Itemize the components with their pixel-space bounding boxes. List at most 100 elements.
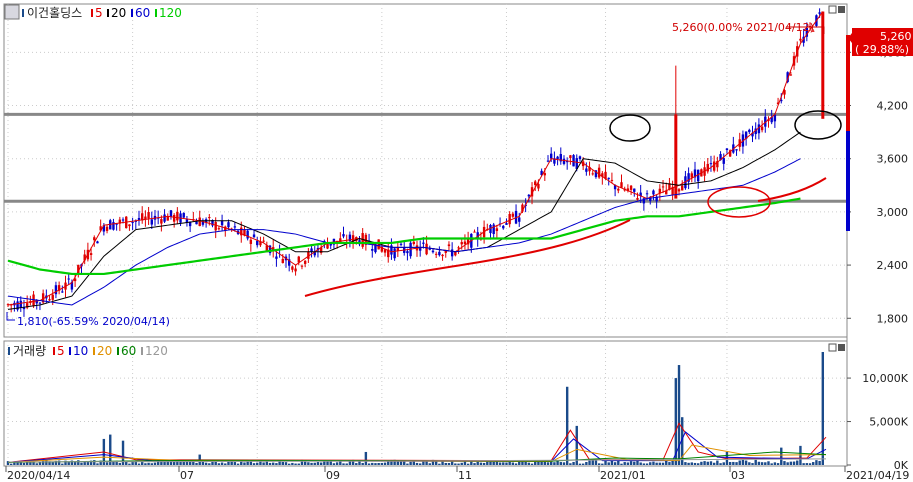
candle-body xyxy=(681,185,684,191)
candle-body xyxy=(121,219,125,221)
volume-close-icon[interactable] xyxy=(838,344,845,351)
volume-bar xyxy=(754,459,757,465)
legend-label: 10 xyxy=(73,344,88,358)
x-tick-label: 09 xyxy=(326,469,340,482)
volume-bar xyxy=(345,463,348,465)
candle-body xyxy=(537,183,540,189)
candle-body xyxy=(291,266,294,270)
chart-background xyxy=(0,0,913,482)
low-annotation: 1,810(-65.59% 2020/04/14) xyxy=(17,315,170,328)
candle-body xyxy=(690,173,693,178)
candle-body xyxy=(393,248,396,259)
volume-bar xyxy=(744,460,748,465)
volume-bar xyxy=(767,461,770,465)
candle-body xyxy=(256,240,259,246)
volume-bar xyxy=(438,463,441,465)
x-tick-label: 2021/01 xyxy=(600,469,646,482)
legend-label: 60 xyxy=(135,6,150,20)
candle-body xyxy=(597,167,601,178)
candle-body xyxy=(722,158,725,164)
volume-bar xyxy=(93,460,96,465)
volume-bar xyxy=(179,461,182,465)
candle-body xyxy=(198,217,201,227)
candle-body xyxy=(447,244,451,247)
legend-label: 20 xyxy=(111,6,126,20)
volume-bar xyxy=(613,462,617,465)
volume-bar xyxy=(150,463,153,465)
candle-body xyxy=(96,241,99,244)
legend-title: 거래량 xyxy=(13,344,46,358)
candle-body xyxy=(636,198,639,200)
legend-swatch xyxy=(107,9,109,17)
volume-bar xyxy=(556,460,559,465)
candle-body xyxy=(735,149,738,151)
panel-menu-icon[interactable] xyxy=(4,4,20,20)
candle-body xyxy=(725,148,729,151)
candle-body xyxy=(275,256,278,259)
candle-body xyxy=(607,177,610,179)
volume-bar xyxy=(418,463,422,465)
volume-bar xyxy=(256,462,259,465)
volume-bar xyxy=(147,462,150,465)
volume-bar xyxy=(77,460,80,465)
candle-body xyxy=(572,155,575,167)
volume-bar xyxy=(236,463,240,465)
volume-bar xyxy=(371,462,374,465)
volume-bar xyxy=(671,460,674,465)
candle-body xyxy=(562,158,566,164)
volume-bar xyxy=(594,460,598,465)
volume-bar xyxy=(629,461,633,465)
legend-swatch xyxy=(8,347,10,355)
volume-bar xyxy=(677,365,681,465)
volume-bar xyxy=(569,463,572,465)
candle-body xyxy=(195,221,198,225)
y-tick-label: 2,400 xyxy=(877,259,909,272)
legend-swatch xyxy=(93,347,95,355)
volume-bar xyxy=(597,463,601,465)
candle-body xyxy=(661,186,665,188)
candle-body xyxy=(163,214,166,222)
volume-bar xyxy=(319,462,323,465)
volume-bar xyxy=(316,462,320,465)
candle-body xyxy=(281,258,284,264)
candle-body xyxy=(371,249,374,251)
legend-label: 120 xyxy=(145,344,168,358)
volume-bar xyxy=(466,463,470,465)
legend-label: 5 xyxy=(57,344,65,358)
candle-body xyxy=(463,241,467,245)
candle-body xyxy=(172,214,176,222)
volume-bar xyxy=(633,461,636,465)
volume-bar xyxy=(335,462,339,465)
volume-bar xyxy=(722,462,725,465)
volume-bar xyxy=(303,461,307,465)
volume-bar xyxy=(428,463,431,465)
volume-bar xyxy=(326,461,329,465)
volume-bar xyxy=(623,462,626,465)
legend-title: 이건홀딩스 xyxy=(27,6,82,20)
volume-bar xyxy=(514,463,518,465)
current-change: ( 29.88%) xyxy=(855,43,909,56)
volume-bar xyxy=(783,461,786,465)
volume-bar xyxy=(460,462,463,465)
y-tick-label: 3,600 xyxy=(877,153,909,166)
volume-bar xyxy=(655,462,658,465)
volume-bar xyxy=(693,462,697,465)
candle-body xyxy=(431,250,435,253)
volume-bar xyxy=(709,461,713,465)
candle-body xyxy=(233,226,237,228)
candle-body xyxy=(310,248,313,252)
volume-bar xyxy=(109,434,112,465)
volume-bar xyxy=(307,462,310,465)
close-icon[interactable] xyxy=(838,6,845,13)
candle-body xyxy=(208,217,211,219)
candle-body xyxy=(425,243,428,255)
volume-bar xyxy=(661,462,665,465)
candle-body xyxy=(495,228,499,232)
volume-bar xyxy=(652,461,655,465)
volume-bar xyxy=(294,463,297,465)
y-tick-label: 4,200 xyxy=(877,100,909,113)
candle-body xyxy=(492,224,495,235)
candle-body xyxy=(252,234,256,238)
x-tick-label: 2020/04/14 xyxy=(7,469,70,482)
volume-bar xyxy=(642,463,646,465)
